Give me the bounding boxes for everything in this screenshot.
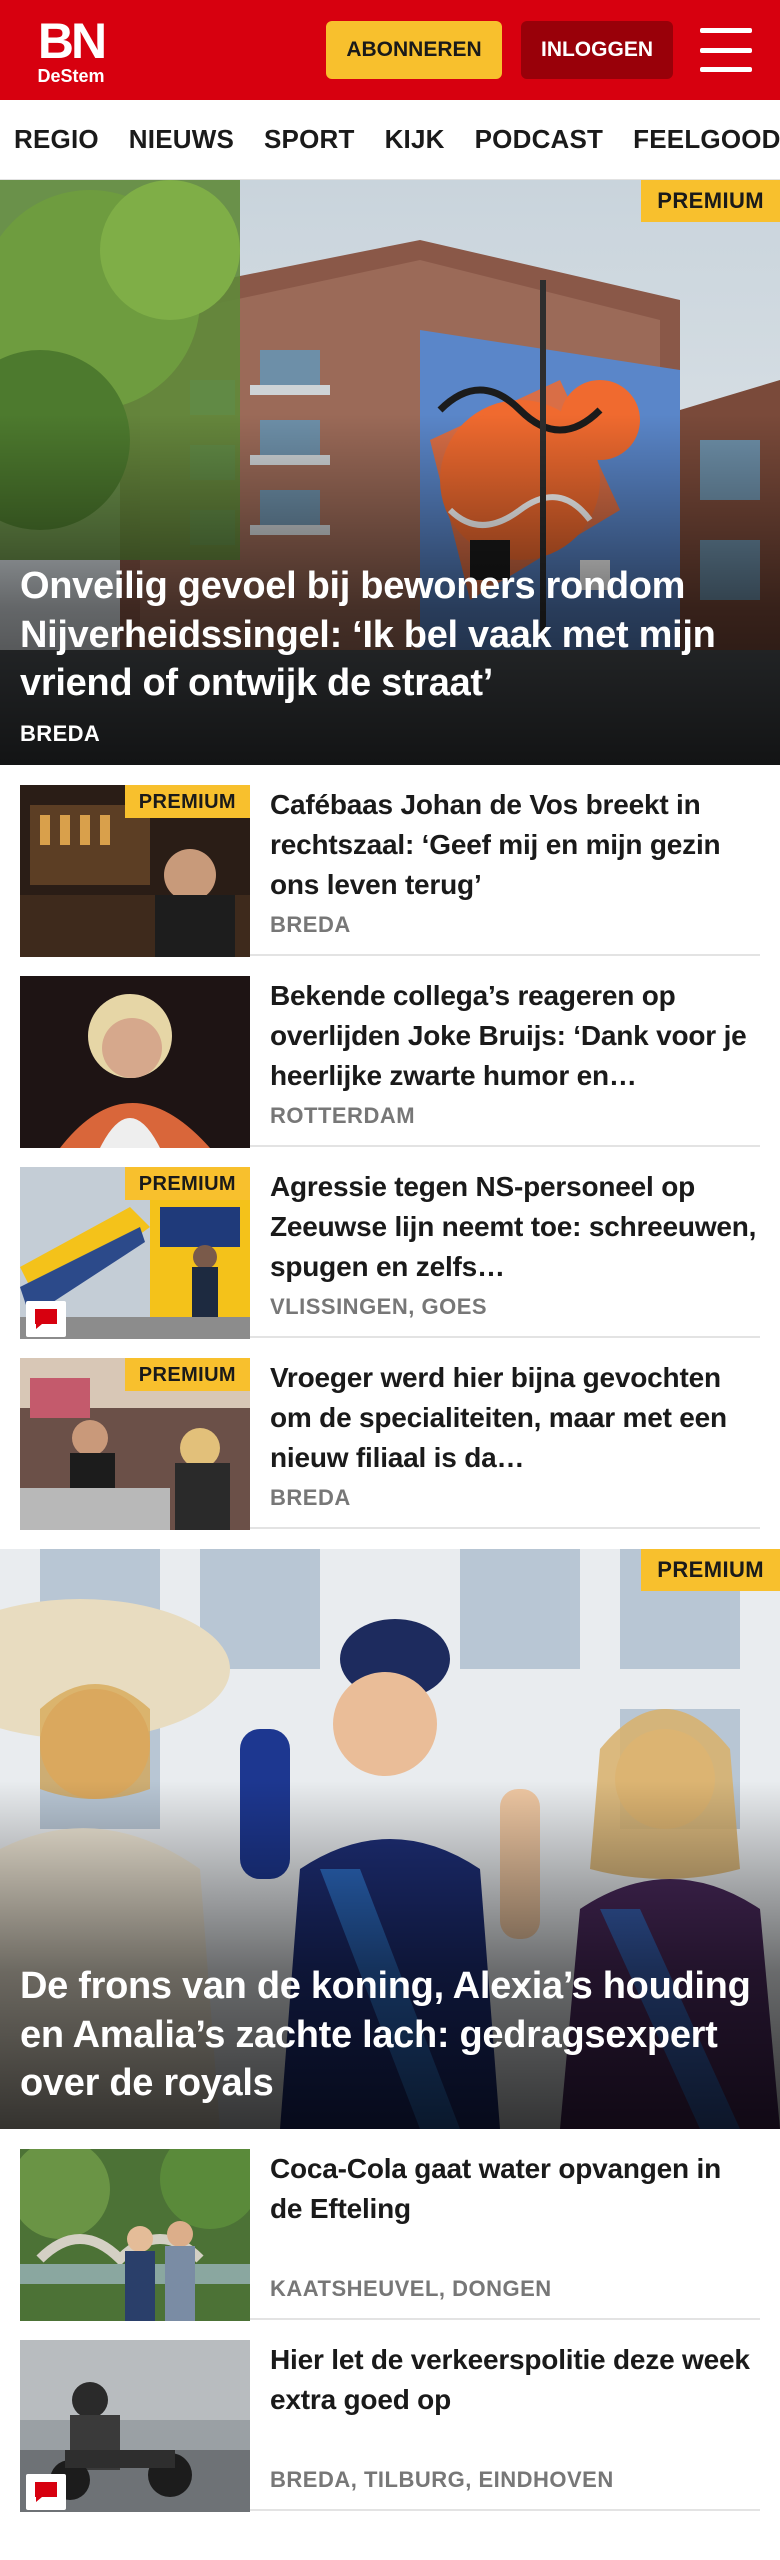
premium-badge: PREMIUM: [124, 785, 250, 818]
article-location: ROTTERDAM: [270, 1103, 416, 1128]
article-list-2: Coca-Cola gaat water opvangen in de Efte…: [0, 2129, 780, 2512]
thumbnail-image-portrait: [20, 976, 250, 1148]
article-thumbnail: PREMIUM: [20, 785, 250, 957]
hero-caption: De frons van de koning, Alexia’s houding…: [20, 1962, 752, 2107]
list-item[interactable]: Coca-Cola gaat water opvangen in de Efte…: [20, 2129, 760, 2321]
article-thumbnail: [20, 2149, 250, 2321]
thumbnail-image-efteling: [20, 2149, 250, 2321]
hero-location: BREDA: [20, 721, 101, 746]
premium-badge: PREMIUM: [124, 1358, 250, 1391]
premium-badge: PREMIUM: [641, 180, 780, 222]
nav-item-kijk[interactable]: KIJK: [385, 124, 445, 155]
article-location: BREDA, TILBURG, EINDHOVEN: [270, 2467, 614, 2492]
menu-icon-bar: [700, 67, 752, 72]
menu-icon-bar: [700, 28, 752, 33]
article-thumbnail: [20, 2340, 250, 2512]
article-location: KAATSHEUVEL, DONGEN: [270, 2276, 552, 2301]
menu-icon[interactable]: [700, 28, 752, 72]
logo-main-text: BN: [37, 12, 107, 69]
article-title[interactable]: Vroeger werd hier bijna gevochten om de …: [270, 1358, 760, 1478]
logo-sub-text: DeStem: [37, 65, 105, 86]
article-location: BREDA: [270, 1485, 351, 1510]
article-location: VLISSINGEN, GOES: [270, 1294, 488, 1319]
article-title[interactable]: Hier let de verkeerspolitie deze week ex…: [270, 2340, 760, 2420]
hero-title[interactable]: De frons van de koning, Alexia’s houding…: [20, 1962, 752, 2107]
article-title[interactable]: Coca-Cola gaat water opvangen in de Efte…: [270, 2149, 760, 2229]
nav-item-feelgood[interactable]: FEELGOOD: [633, 124, 780, 155]
hero-title[interactable]: Onveilig gevoel bij bewoners rondom Nijv…: [20, 562, 752, 707]
article-thumbnail: PREMIUM: [20, 1167, 250, 1339]
hero-article-2[interactable]: PREMIUM De frons van de koning, Alexia’s…: [0, 1549, 780, 2129]
list-item[interactable]: PREMIUM Vroeger werd hier bijna gevochte…: [20, 1338, 760, 1530]
hero-caption: Onveilig gevoel bij bewoners rondom Nijv…: [20, 562, 752, 747]
premium-badge: PREMIUM: [641, 1549, 780, 1591]
nav-item-sport[interactable]: SPORT: [264, 124, 355, 155]
hero-article-1[interactable]: PREMIUM Onveilig gevoel bij bewoners ron…: [0, 180, 780, 765]
nav-item-podcast[interactable]: PODCAST: [475, 124, 604, 155]
list-item[interactable]: Bekende collega’s reageren op overlijden…: [20, 956, 760, 1148]
comment-icon: [26, 1301, 66, 1337]
premium-badge: PREMIUM: [124, 1167, 250, 1200]
article-thumbnail: [20, 976, 250, 1148]
article-title[interactable]: Agressie tegen NS-personeel op Zeeuwse l…: [270, 1167, 760, 1287]
brand-logo[interactable]: BN DeStem: [28, 16, 114, 85]
article-title[interactable]: Bekende collega’s reageren op overlijden…: [270, 976, 760, 1096]
article-list-1: PREMIUM Cafébaas Johan de Vos breekt in …: [0, 765, 780, 1530]
subscribe-button[interactable]: ABONNEREN: [326, 21, 502, 79]
comment-icon: [26, 2474, 66, 2510]
list-item[interactable]: PREMIUM Cafébaas Johan de Vos breekt in …: [20, 765, 760, 957]
list-item[interactable]: PREMIUM Agressie tegen NS-personeel op Z…: [20, 1147, 760, 1339]
login-button[interactable]: INLOGGEN: [521, 21, 673, 79]
article-location: BREDA: [270, 912, 351, 937]
site-header: BN DeStem ABONNEREN INLOGGEN: [0, 0, 780, 100]
article-title[interactable]: Cafébaas Johan de Vos breekt in rechtsza…: [270, 785, 760, 905]
nav-item-nieuws[interactable]: NIEUWS: [129, 124, 234, 155]
nav-item-regio[interactable]: REGIO: [14, 124, 99, 155]
article-thumbnail: PREMIUM: [20, 1358, 250, 1530]
menu-icon-bar: [700, 47, 752, 53]
list-item[interactable]: Hier let de verkeerspolitie deze week ex…: [20, 2320, 760, 2512]
section-nav: REGIO NIEUWS SPORT KIJK PODCAST FEELGOOD…: [0, 100, 780, 180]
